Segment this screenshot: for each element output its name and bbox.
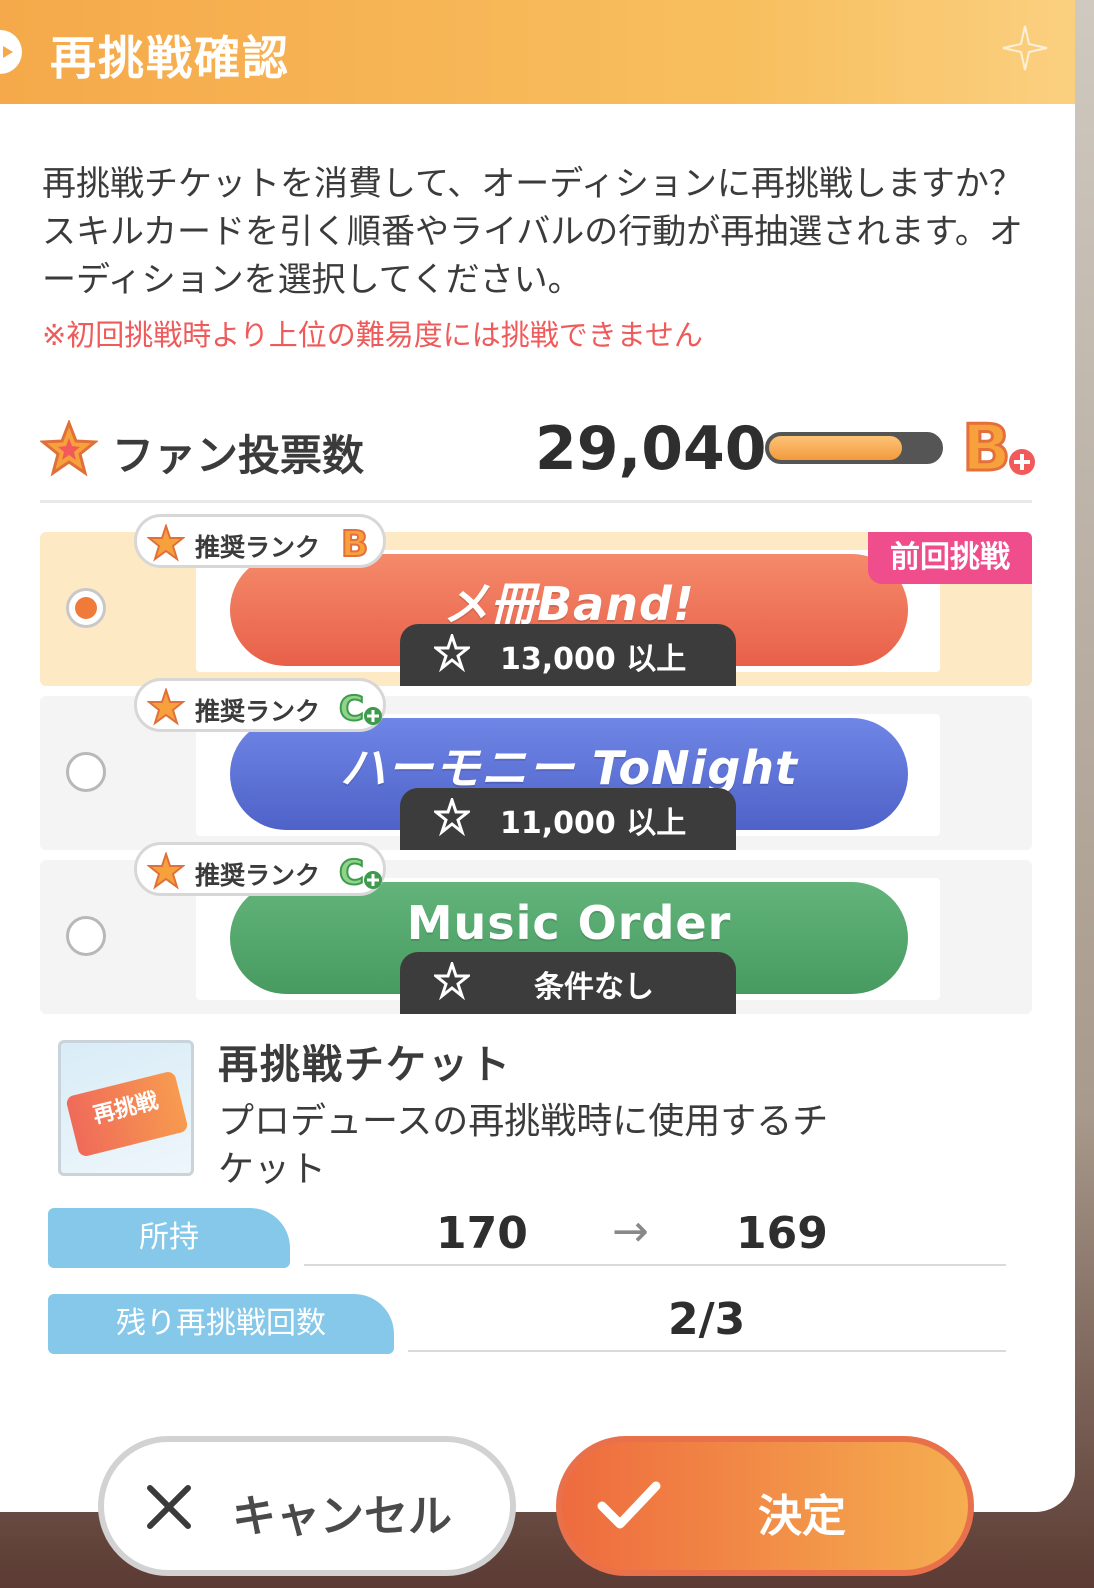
svg-text:C: C [339, 689, 364, 728]
rank-star-icon [147, 852, 185, 890]
audition-radio-2[interactable] [66, 752, 106, 792]
audition-condition-text-1: 13,000 以上 [500, 642, 687, 677]
previous-challenge-tag: 前回挑戦 [868, 532, 1032, 584]
svg-text:B: B [962, 412, 1011, 484]
ticket-name: 再挑戦チケット [218, 1042, 512, 1088]
audition-title-3: Music Order [406, 896, 732, 950]
back-arrow-icon[interactable] [0, 30, 22, 74]
retry-confirm-dialog: 再挑戦確認 再挑戦チケットを消費して、オーディションに再挑戦しますか？スキルカー… [0, 0, 1075, 1512]
recommended-rank-label: 推奨ランク [195, 861, 321, 890]
remaining-retries-label: 残り再挑戦回数 [48, 1294, 394, 1354]
audition-condition-text-2: 11,000 以上 [500, 806, 687, 841]
dialog-header: 再挑戦確認 [0, 0, 1075, 104]
description-text: 再挑戦チケットを消費して、オーディションに再挑戦しますか？スキルカードを引く順番… [42, 164, 1023, 300]
divider [40, 500, 1032, 503]
check-icon [597, 1481, 661, 1529]
rank-b-icon: B [340, 523, 369, 562]
fan-votes-progress-fill [769, 436, 902, 460]
recommended-rank-pill-3: 推奨ランク C [134, 842, 386, 896]
retry-ticket-card: 再挑戦 [65, 1070, 189, 1158]
audition-condition-3: 条件なし [400, 952, 736, 1014]
star-outline-icon [434, 962, 470, 1000]
star-outline-icon [434, 798, 470, 836]
svg-text:B: B [341, 524, 368, 562]
owned-underline [304, 1264, 1006, 1266]
recommended-rank-label: 推奨ランク [195, 533, 321, 562]
audition-radio-3[interactable] [66, 916, 106, 956]
rank-b-plus-icon: B [961, 412, 1035, 484]
sparkle-icon [1002, 25, 1048, 71]
remaining-retries-value: 2/3 [668, 1294, 746, 1345]
rank-star-icon [147, 524, 185, 562]
confirm-button[interactable]: 決定 [556, 1436, 974, 1576]
fan-star-icon [40, 420, 98, 477]
dialog-title: 再挑戦確認 [50, 31, 290, 85]
rank-c-plus-icon: C [338, 852, 382, 892]
recommended-rank-pill-1: 推奨ランク B [134, 514, 386, 568]
ticket-description: プロデュースの再挑戦時に使用するチケット [218, 1101, 829, 1190]
close-icon [147, 1485, 191, 1529]
remaining-underline [408, 1350, 1006, 1352]
fan-votes-value: 29,040 [535, 414, 767, 484]
cancel-button-label: キャンセル [232, 1491, 452, 1542]
audition-condition-1: 13,000 以上 [400, 624, 736, 686]
recommended-rank-label: 推奨ランク [195, 697, 321, 726]
owned-after: 169 [736, 1208, 828, 1259]
audition-option-3[interactable]: Music Order 条件なし 推奨ランク C [40, 842, 1032, 1014]
rank-c-plus-icon: C [338, 688, 382, 728]
cancel-button[interactable]: キャンセル [98, 1436, 516, 1576]
audition-condition-2: 11,000 以上 [400, 788, 736, 850]
confirm-button-label: 決定 [758, 1491, 846, 1542]
arrow-right-icon: → [612, 1206, 649, 1257]
svg-text:C: C [339, 853, 364, 892]
owned-before: 170 [436, 1208, 528, 1259]
audition-condition-text-3: 条件なし [534, 970, 654, 1005]
rank-star-icon [147, 688, 185, 726]
audition-option-2[interactable]: ハーモニー ToNight 11,000 以上 推奨ランク C [40, 678, 1032, 850]
recommended-rank-pill-2: 推奨ランク C [134, 678, 386, 732]
fan-votes-progress-bar [765, 432, 943, 464]
audition-option-1[interactable]: メ冊Band! 13,000 以上 推奨ランク B 前回挑戦 [40, 514, 1032, 686]
warning-text: ※初回挑戦時より上位の難易度には挑戦できません [42, 318, 703, 352]
fan-votes-row: ファン投票数 29,040 B [40, 410, 1040, 490]
star-outline-icon [434, 634, 470, 672]
owned-label: 所持 [48, 1208, 290, 1268]
fan-votes-label: ファン投票数 [112, 431, 365, 480]
audition-radio-1[interactable] [66, 588, 106, 628]
retry-ticket-image: 再挑戦 [58, 1040, 194, 1176]
